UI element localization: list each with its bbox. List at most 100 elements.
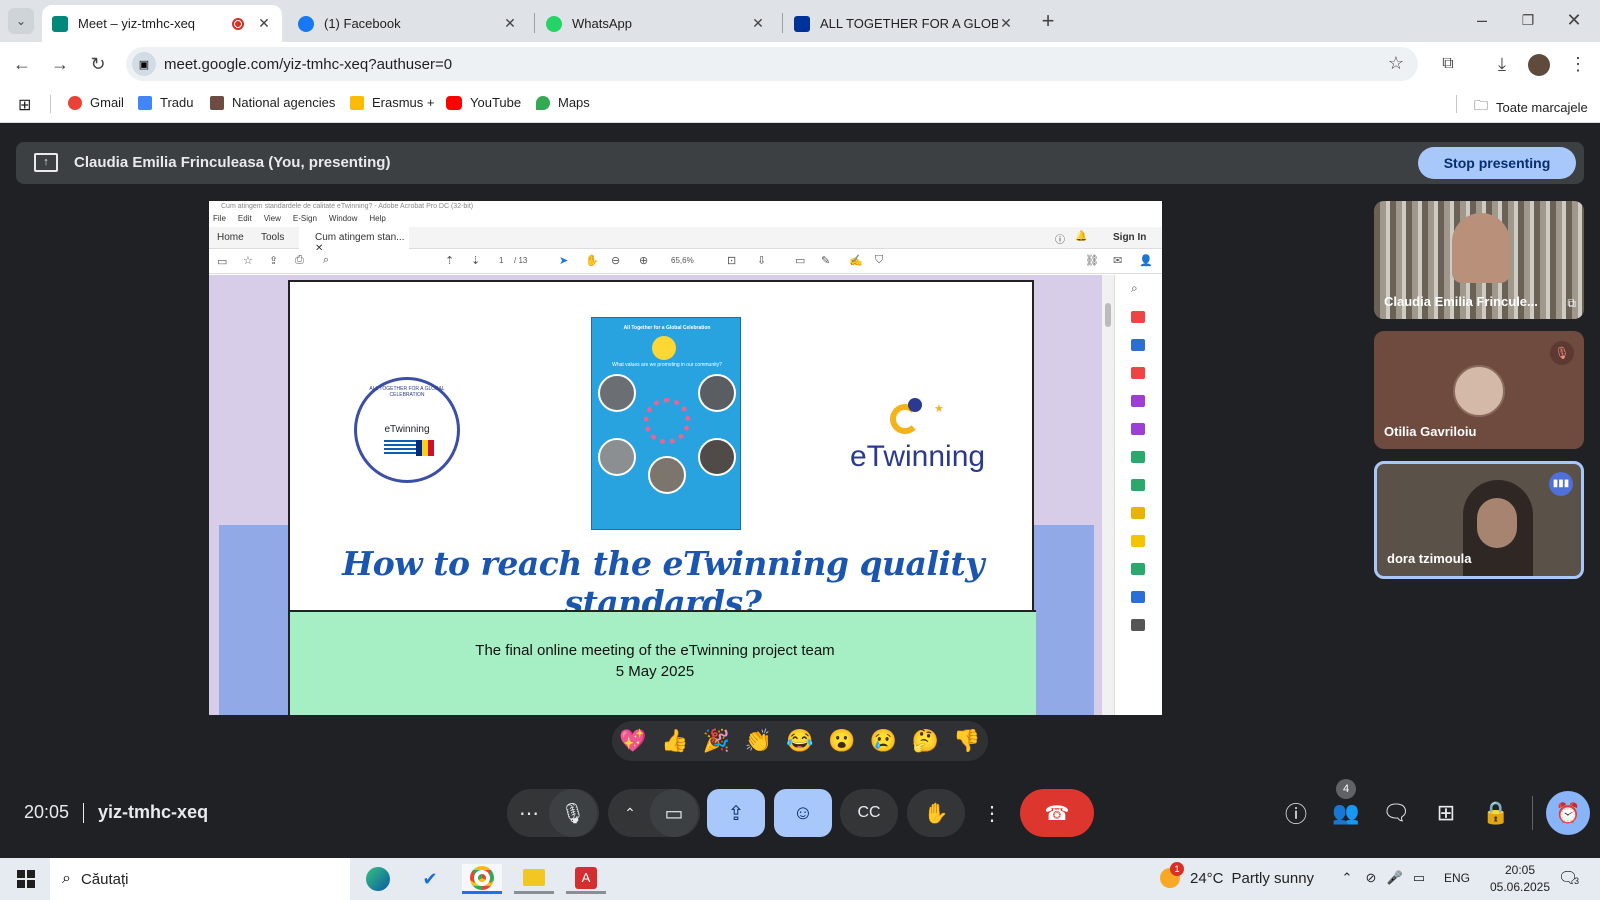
bookmark-erasmus[interactable]: Erasmus + [350,95,435,110]
reaction-laughing[interactable]: 😂 [779,728,821,754]
cursor-icon[interactable]: ➤ [559,254,568,267]
close-tab-icon[interactable]: ✕ [256,15,272,32]
url-text[interactable]: meet.google.com/yiz-tmhc-xeq?authuser=0 [164,56,452,73]
minimize-button[interactable]: – [1470,8,1494,32]
acrobat-tools-tab[interactable]: Tools [261,232,284,243]
tray-expand-icon[interactable]: ⌃ [1338,866,1356,890]
acrobat-home-tab[interactable]: Home [217,232,244,243]
edge-app[interactable] [358,864,398,894]
tab-meet[interactable]: Meet – yiz-tmhc-xeq ✕ [42,5,282,42]
close-tab-icon[interactable]: ✕ [998,15,1014,32]
zoom-level[interactable]: 65,6% [671,256,694,265]
scrollbar-thumb[interactable] [1105,303,1111,327]
menu-help[interactable]: Help [369,214,385,223]
sign-icon[interactable]: ✍ [849,254,863,267]
back-button[interactable]: ← [10,52,34,76]
fit-page-icon[interactable]: ⊡ [727,254,736,267]
participant-tile-otilia[interactable]: 🎙 Otilia Gavriloiu [1374,331,1584,449]
all-bookmarks[interactable]: 🗀 Toate marcajele [1474,95,1588,119]
restore-button[interactable]: ❐ [1516,8,1540,32]
close-tab-icon[interactable]: ✕ [750,15,766,32]
bookmark-tradu[interactable]: Tradu [138,95,193,110]
site-info-icon[interactable]: ▣ [132,52,156,76]
start-button[interactable] [6,864,46,894]
export-tool-icon[interactable] [1131,395,1145,407]
pdf-tool-icon[interactable] [1131,311,1145,323]
comment-icon[interactable]: ▭ [795,254,805,267]
tab-whatsapp[interactable]: WhatsApp ✕ [536,5,776,42]
pen-icon[interactable]: ✎ [821,254,830,267]
tab-search-button[interactable]: ⌄ [8,8,34,34]
weather-widget[interactable]: 1 24°C Partly sunny [1160,862,1314,888]
participant-tile-dora[interactable]: ▮▮▮ dora tzimoula [1374,461,1584,579]
acrobat-doc-tab[interactable]: Cum atingem stan... ✕ [299,227,409,254]
bookmark-maps[interactable]: Maps [536,95,590,110]
bookmark-star-icon[interactable]: ☆ [1388,53,1404,74]
search-icon[interactable]: ⌕ [323,254,329,267]
scan-tool-icon[interactable] [1131,451,1145,463]
leave-call-button[interactable]: ☎ [1020,789,1094,837]
extensions-icon[interactable]: ⧉ [1436,52,1460,76]
apps-grid-icon[interactable]: ⊞ [18,95,31,115]
tab-together[interactable]: ALL TOGETHER FOR A GLOBAL ✕ [784,5,1024,42]
bird-app[interactable]: ✔ [410,864,450,894]
forward-button[interactable]: → [48,52,72,76]
chat-button[interactable]: 🗨 [1374,789,1418,837]
chrome-app[interactable] [462,864,502,894]
people-button[interactable]: 👥 4 [1324,779,1368,837]
battery-icon[interactable]: ▭ [1410,866,1428,890]
zoom-tool-icon[interactable]: ⌕ [1131,281,1138,296]
reload-button[interactable]: ↻ [86,52,110,76]
bookmark-gmail[interactable]: Gmail [68,95,124,110]
share-link-icon[interactable]: ⛓ [1085,254,1099,267]
mic-tray-icon[interactable]: 🎤 [1386,866,1404,890]
reaction-thinking[interactable]: 🤔 [904,728,946,754]
participant-tile-self[interactable]: Claudia Emilia Frincule... ⧉ [1374,201,1584,319]
close-window-button[interactable]: ✕ [1562,8,1586,32]
scrollbar[interactable] [1102,275,1114,715]
print-production-icon[interactable] [1131,563,1145,575]
reaction-party-popper[interactable]: 🎉 [696,728,738,754]
comment-tool-icon[interactable] [1131,535,1145,547]
address-bar[interactable]: ▣ meet.google.com/yiz-tmhc-xeq?authuser=… [126,47,1418,81]
reaction-clapping[interactable]: 👏 [737,728,779,754]
bookmark-youtube[interactable]: YouTube [446,95,521,110]
notifications-button[interactable]: 🗨 3 [1558,868,1588,892]
network-icon[interactable]: ⊘ [1362,866,1380,890]
more-options-icon[interactable]: ⋯ [509,801,549,826]
menu-window[interactable]: Window [329,214,357,223]
reactions-button[interactable]: ☺ [774,789,832,837]
present-button[interactable]: ⇪ [707,789,765,837]
next-page-icon[interactable]: ⇣ [471,254,480,267]
save-icon[interactable]: ▭ [217,255,227,268]
bookmark-national-agencies[interactable]: National agencies [210,95,335,110]
acrobat-app[interactable]: A [566,864,606,894]
camera-options-icon[interactable]: ⌃ [610,805,650,822]
language-indicator[interactable]: ENG [1444,871,1470,885]
fill-sign-tool-icon[interactable] [1131,507,1145,519]
captions-button[interactable]: CC [840,789,898,837]
edit-tool-icon[interactable] [1131,423,1145,435]
host-controls-button[interactable]: 🔒 [1474,789,1518,837]
help-icon[interactable]: ⓘ [1055,231,1065,246]
taskbar-search[interactable]: ⌕ Căutați [50,858,350,900]
bell-icon[interactable]: 🔔 [1075,231,1087,242]
stamp-icon[interactable]: ⛉ [875,254,883,267]
pin-icon[interactable]: ⧉ [1567,296,1576,311]
zoom-out-icon[interactable]: ⊖ [611,254,620,267]
download-icon[interactable]: ⤓ [1490,52,1514,76]
hand-icon[interactable]: ✋ [585,254,599,267]
reaction-sparkling-heart[interactable]: 💖 [612,728,654,754]
profile-avatar[interactable] [1528,54,1550,76]
clock[interactable]: 20:05 05.06.2025 [1482,862,1558,896]
reaction-thumbs-up[interactable]: 👍 [654,728,696,754]
scroll-mode-icon[interactable]: ⇩ [757,254,766,267]
reaction-thumbs-down[interactable]: 👎 [946,728,988,754]
microphone-button[interactable]: 🎙 [549,789,597,837]
user-share-icon[interactable]: 👤 [1139,254,1153,267]
reaction-crying[interactable]: 😢 [863,728,905,754]
timer-button[interactable]: ⏰ [1546,791,1590,835]
mail-icon[interactable]: ✉ [1113,254,1122,267]
organize-tool-icon[interactable] [1131,367,1145,379]
menu-view[interactable]: View [264,214,281,223]
